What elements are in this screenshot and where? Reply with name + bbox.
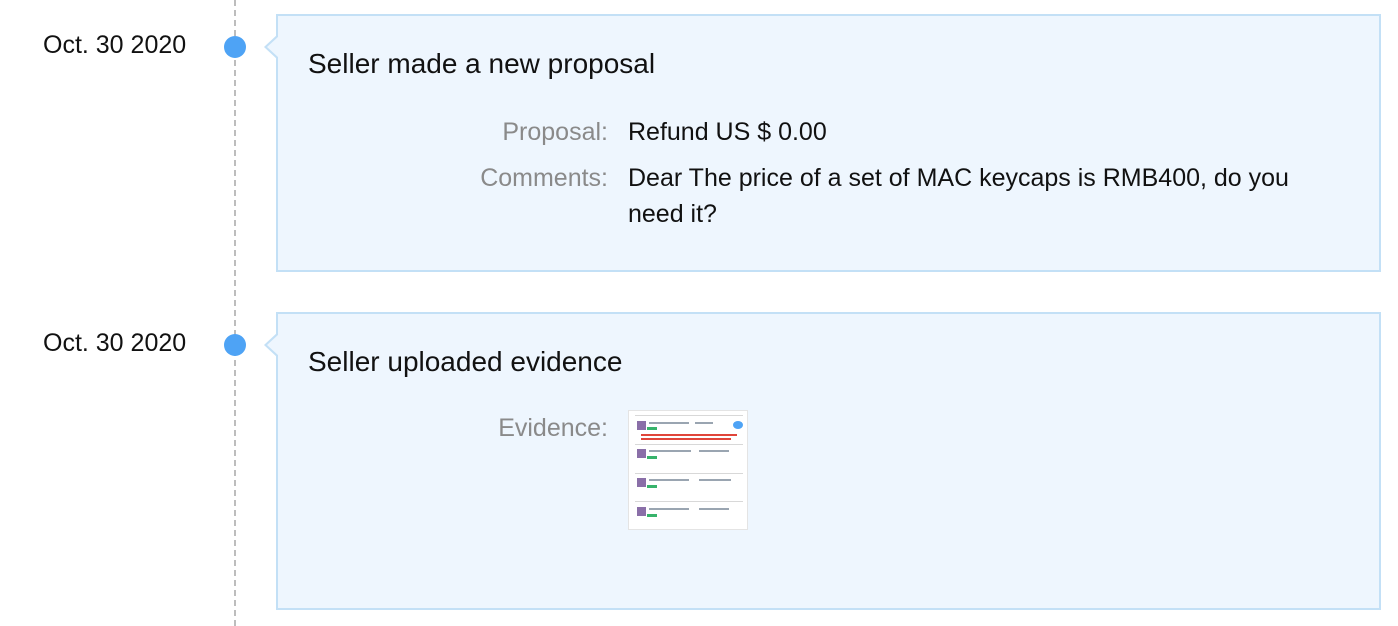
thumb-divider	[635, 473, 743, 474]
thumb-product-image	[637, 478, 646, 487]
thumb-alert-line	[641, 434, 737, 436]
event-card: Seller uploaded evidence Evidence:	[264, 312, 1381, 610]
thumb-product-image	[637, 507, 646, 516]
thumb-divider	[635, 501, 743, 502]
thumb-product-image	[637, 421, 646, 430]
event-title: Seller uploaded evidence	[308, 346, 623, 377]
event-title: Seller made a new proposal	[308, 48, 656, 79]
thumb-text-line	[699, 479, 731, 481]
thumb-status-tag	[647, 485, 657, 488]
timeline-dot	[224, 36, 246, 58]
event-date: Oct. 30 2020	[43, 31, 187, 59]
thumb-divider	[635, 415, 743, 416]
timeline-line	[234, 0, 236, 626]
thumb-alert-line	[641, 438, 731, 440]
timeline-dot	[224, 334, 246, 356]
evidence-thumbnail[interactable]	[628, 410, 748, 530]
event-card: Seller made a new proposal Proposal: Ref…	[264, 14, 1381, 272]
thumb-text-line	[649, 479, 689, 481]
thumb-badge	[733, 421, 743, 429]
proposal-value: Refund US $ 0.00	[628, 118, 827, 146]
comments-value: Dear The price of a set of MAC keycaps i…	[628, 164, 1289, 228]
thumb-text-line	[699, 508, 729, 510]
thumb-text-line	[649, 508, 689, 510]
thumb-text-line	[695, 422, 713, 424]
comments-label: Comments:	[480, 164, 608, 192]
thumb-product-image	[637, 449, 646, 458]
proposal-label: Proposal:	[502, 118, 608, 146]
thumb-text-line	[649, 422, 689, 424]
thumb-status-tag	[647, 456, 657, 459]
thumb-text-line	[699, 450, 729, 452]
thumb-status-tag	[647, 514, 657, 517]
thumb-text-line	[649, 450, 691, 452]
card-pointer	[264, 332, 279, 358]
card-pointer	[264, 34, 279, 60]
evidence-label: Evidence:	[498, 414, 608, 442]
event-date: Oct. 30 2020	[43, 329, 187, 357]
thumb-divider	[635, 444, 743, 445]
thumb-status-tag	[647, 427, 657, 430]
